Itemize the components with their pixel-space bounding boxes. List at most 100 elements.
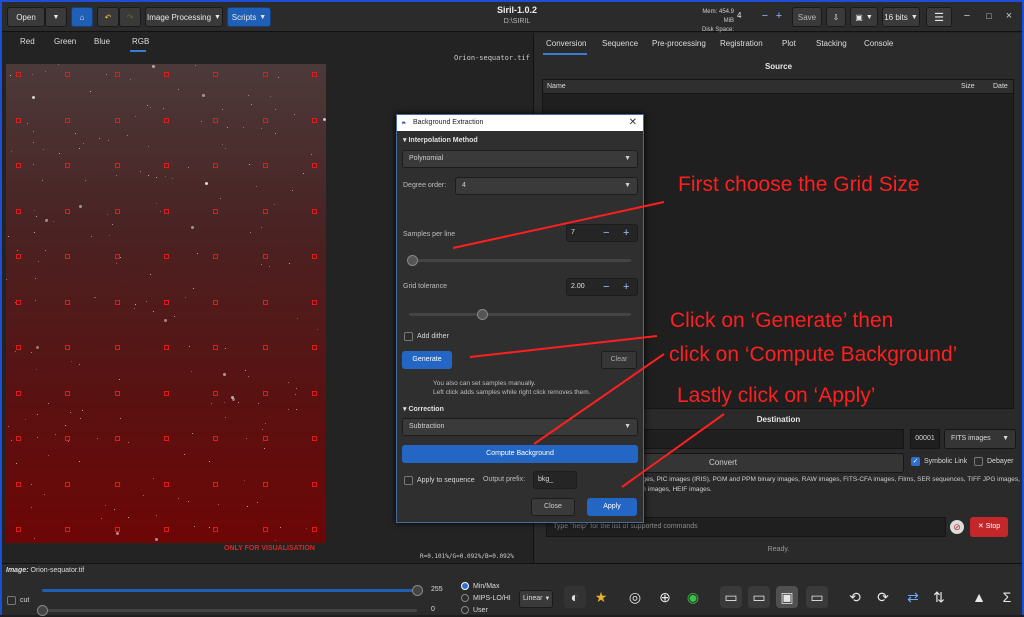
background-sample-box[interactable] bbox=[16, 391, 21, 396]
dialog-close-icon[interactable]: ✕ bbox=[629, 115, 637, 131]
main-menu-button[interactable]: ☰ bbox=[926, 7, 952, 27]
background-sample-box[interactable] bbox=[115, 345, 120, 350]
interpolation-method-select[interactable]: Polynomial ▼ bbox=[402, 150, 638, 168]
background-sample-box[interactable] bbox=[115, 391, 120, 396]
save-button[interactable]: Save bbox=[792, 7, 822, 27]
zoom-out-button[interactable]: ▭ bbox=[720, 586, 742, 608]
background-sample-box[interactable] bbox=[164, 482, 169, 487]
background-sample-box[interactable] bbox=[65, 254, 70, 259]
background-sample-box[interactable] bbox=[164, 345, 169, 350]
recent-menu-button[interactable]: ▼ bbox=[45, 7, 67, 27]
apply-button[interactable]: Apply bbox=[587, 498, 637, 516]
background-sample-box[interactable] bbox=[213, 482, 218, 487]
background-sample-box[interactable] bbox=[312, 482, 317, 487]
background-sample-box[interactable] bbox=[164, 436, 169, 441]
background-sample-box[interactable] bbox=[213, 209, 218, 214]
background-sample-box[interactable] bbox=[65, 345, 70, 350]
background-sample-box[interactable] bbox=[213, 436, 218, 441]
zoom-fit-button[interactable]: ▣ bbox=[776, 586, 798, 608]
background-sample-box[interactable] bbox=[16, 72, 21, 77]
close-button[interactable]: Close bbox=[531, 498, 575, 516]
minus-icon[interactable]: − bbox=[603, 279, 609, 295]
grid-tolerance-spinner[interactable]: 2.00 − + bbox=[566, 278, 638, 296]
redo-button[interactable]: ↷ bbox=[119, 7, 141, 27]
tab-plot[interactable]: Plot bbox=[782, 39, 796, 48]
threads-decrease-button[interactable]: − bbox=[758, 9, 772, 23]
background-sample-box[interactable] bbox=[263, 254, 268, 259]
background-sample-box[interactable] bbox=[164, 391, 169, 396]
tab-blue[interactable]: Blue bbox=[94, 37, 110, 46]
cut-checkbox[interactable]: cut bbox=[7, 596, 29, 605]
tolerance-slider-handle[interactable] bbox=[477, 309, 488, 320]
rotate-right-button[interactable]: ⟳ bbox=[872, 586, 894, 608]
compute-background-button[interactable]: Compute Background bbox=[402, 445, 638, 463]
background-sample-box[interactable] bbox=[115, 254, 120, 259]
background-sample-box[interactable] bbox=[263, 391, 268, 396]
stop-button[interactable]: ✕ Stop bbox=[970, 517, 1008, 537]
clear-samples-button[interactable]: Clear bbox=[601, 351, 637, 369]
background-sample-box[interactable] bbox=[65, 436, 70, 441]
background-sample-box[interactable] bbox=[312, 345, 317, 350]
column-date[interactable]: Date bbox=[993, 83, 1008, 90]
mirror-x-button[interactable]: ⇄ bbox=[902, 586, 924, 608]
background-sample-box[interactable] bbox=[312, 436, 317, 441]
astrometry-button[interactable]: ⊕ bbox=[654, 586, 676, 608]
mirror-y-button[interactable]: ⇅ bbox=[928, 586, 950, 608]
background-sample-box[interactable] bbox=[16, 300, 21, 305]
minimize-button[interactable]: − bbox=[960, 9, 974, 23]
background-sample-box[interactable] bbox=[312, 163, 317, 168]
screenshot-button[interactable]: ▣ ▼ bbox=[850, 7, 878, 27]
background-sample-box[interactable] bbox=[115, 209, 120, 214]
tolerance-slider-track[interactable] bbox=[409, 313, 631, 316]
samples-slider-handle[interactable] bbox=[407, 255, 418, 266]
tab-conversion[interactable]: Conversion bbox=[546, 39, 586, 48]
background-sample-box[interactable] bbox=[115, 482, 120, 487]
background-sample-box[interactable] bbox=[115, 118, 120, 123]
background-sample-box[interactable] bbox=[115, 300, 120, 305]
snapshot-button[interactable]: ⇩ bbox=[826, 7, 846, 27]
background-sample-box[interactable] bbox=[263, 436, 268, 441]
background-sample-box[interactable] bbox=[65, 209, 70, 214]
image-processing-menu[interactable]: Image Processing ▼ bbox=[145, 7, 223, 27]
minus-icon[interactable]: − bbox=[603, 225, 609, 241]
bit-depth-menu[interactable]: 16 bits ▼ bbox=[882, 7, 920, 27]
background-sample-box[interactable] bbox=[263, 527, 268, 532]
correction-type-select[interactable]: Subtraction ▼ bbox=[402, 418, 638, 436]
histogram-button[interactable]: ▲ bbox=[968, 586, 990, 608]
background-sample-box[interactable] bbox=[312, 209, 317, 214]
debayer-checkbox[interactable]: Debayer bbox=[974, 457, 1013, 466]
background-sample-box[interactable] bbox=[16, 436, 21, 441]
samples-per-line-spinner[interactable]: 7 − + bbox=[566, 224, 638, 242]
background-sample-box[interactable] bbox=[164, 300, 169, 305]
min-slider-track[interactable] bbox=[42, 609, 417, 612]
background-sample-box[interactable] bbox=[164, 118, 169, 123]
background-sample-box[interactable] bbox=[312, 391, 317, 396]
background-sample-box[interactable] bbox=[115, 436, 120, 441]
invert-button[interactable]: ◐ bbox=[564, 586, 586, 608]
zoom-100-button[interactable]: ▭ bbox=[806, 586, 828, 608]
statistics-button[interactable]: Σ bbox=[996, 586, 1018, 608]
column-size[interactable]: Size bbox=[961, 83, 975, 90]
background-sample-box[interactable] bbox=[65, 72, 70, 77]
background-sample-box[interactable] bbox=[164, 209, 169, 214]
threads-increase-button[interactable]: + bbox=[772, 9, 786, 23]
background-sample-box[interactable] bbox=[213, 345, 218, 350]
tab-stacking[interactable]: Stacking bbox=[816, 39, 847, 48]
radio-min-max[interactable]: Min/Max bbox=[461, 582, 499, 590]
background-sample-box[interactable] bbox=[213, 391, 218, 396]
background-sample-box[interactable] bbox=[65, 300, 70, 305]
background-sample-box[interactable] bbox=[312, 300, 317, 305]
generate-button[interactable]: Generate bbox=[402, 351, 452, 369]
background-sample-box[interactable] bbox=[115, 527, 120, 532]
background-sample-box[interactable] bbox=[263, 72, 268, 77]
background-sample-box[interactable] bbox=[16, 118, 21, 123]
background-sample-box[interactable] bbox=[115, 163, 120, 168]
background-sample-box[interactable] bbox=[164, 72, 169, 77]
plus-icon[interactable]: + bbox=[623, 279, 629, 295]
rotate-left-button[interactable]: ⟲ bbox=[844, 586, 866, 608]
maximize-button[interactable]: □ bbox=[982, 9, 996, 23]
background-sample-box[interactable] bbox=[164, 254, 169, 259]
plus-icon[interactable]: + bbox=[623, 225, 629, 241]
open-button[interactable]: Open bbox=[7, 7, 45, 27]
correction-section-header[interactable]: ▾ Correction bbox=[403, 405, 444, 413]
